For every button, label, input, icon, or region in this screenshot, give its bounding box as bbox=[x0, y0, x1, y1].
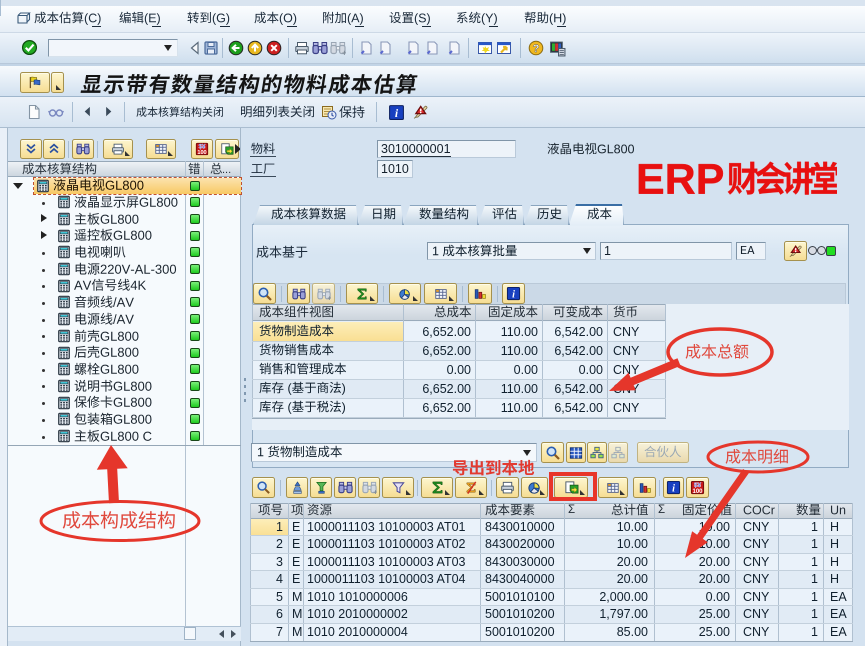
svg-text:i: i bbox=[512, 290, 515, 301]
svg-text:i: i bbox=[672, 484, 675, 495]
svg-text:+: + bbox=[342, 49, 346, 57]
svg-text:?: ? bbox=[533, 43, 540, 55]
svg-text:100: 100 bbox=[197, 150, 206, 156]
svg-text:100: 100 bbox=[692, 489, 703, 495]
svg-text:+: + bbox=[373, 488, 377, 495]
svg-text:+: + bbox=[327, 295, 331, 300]
